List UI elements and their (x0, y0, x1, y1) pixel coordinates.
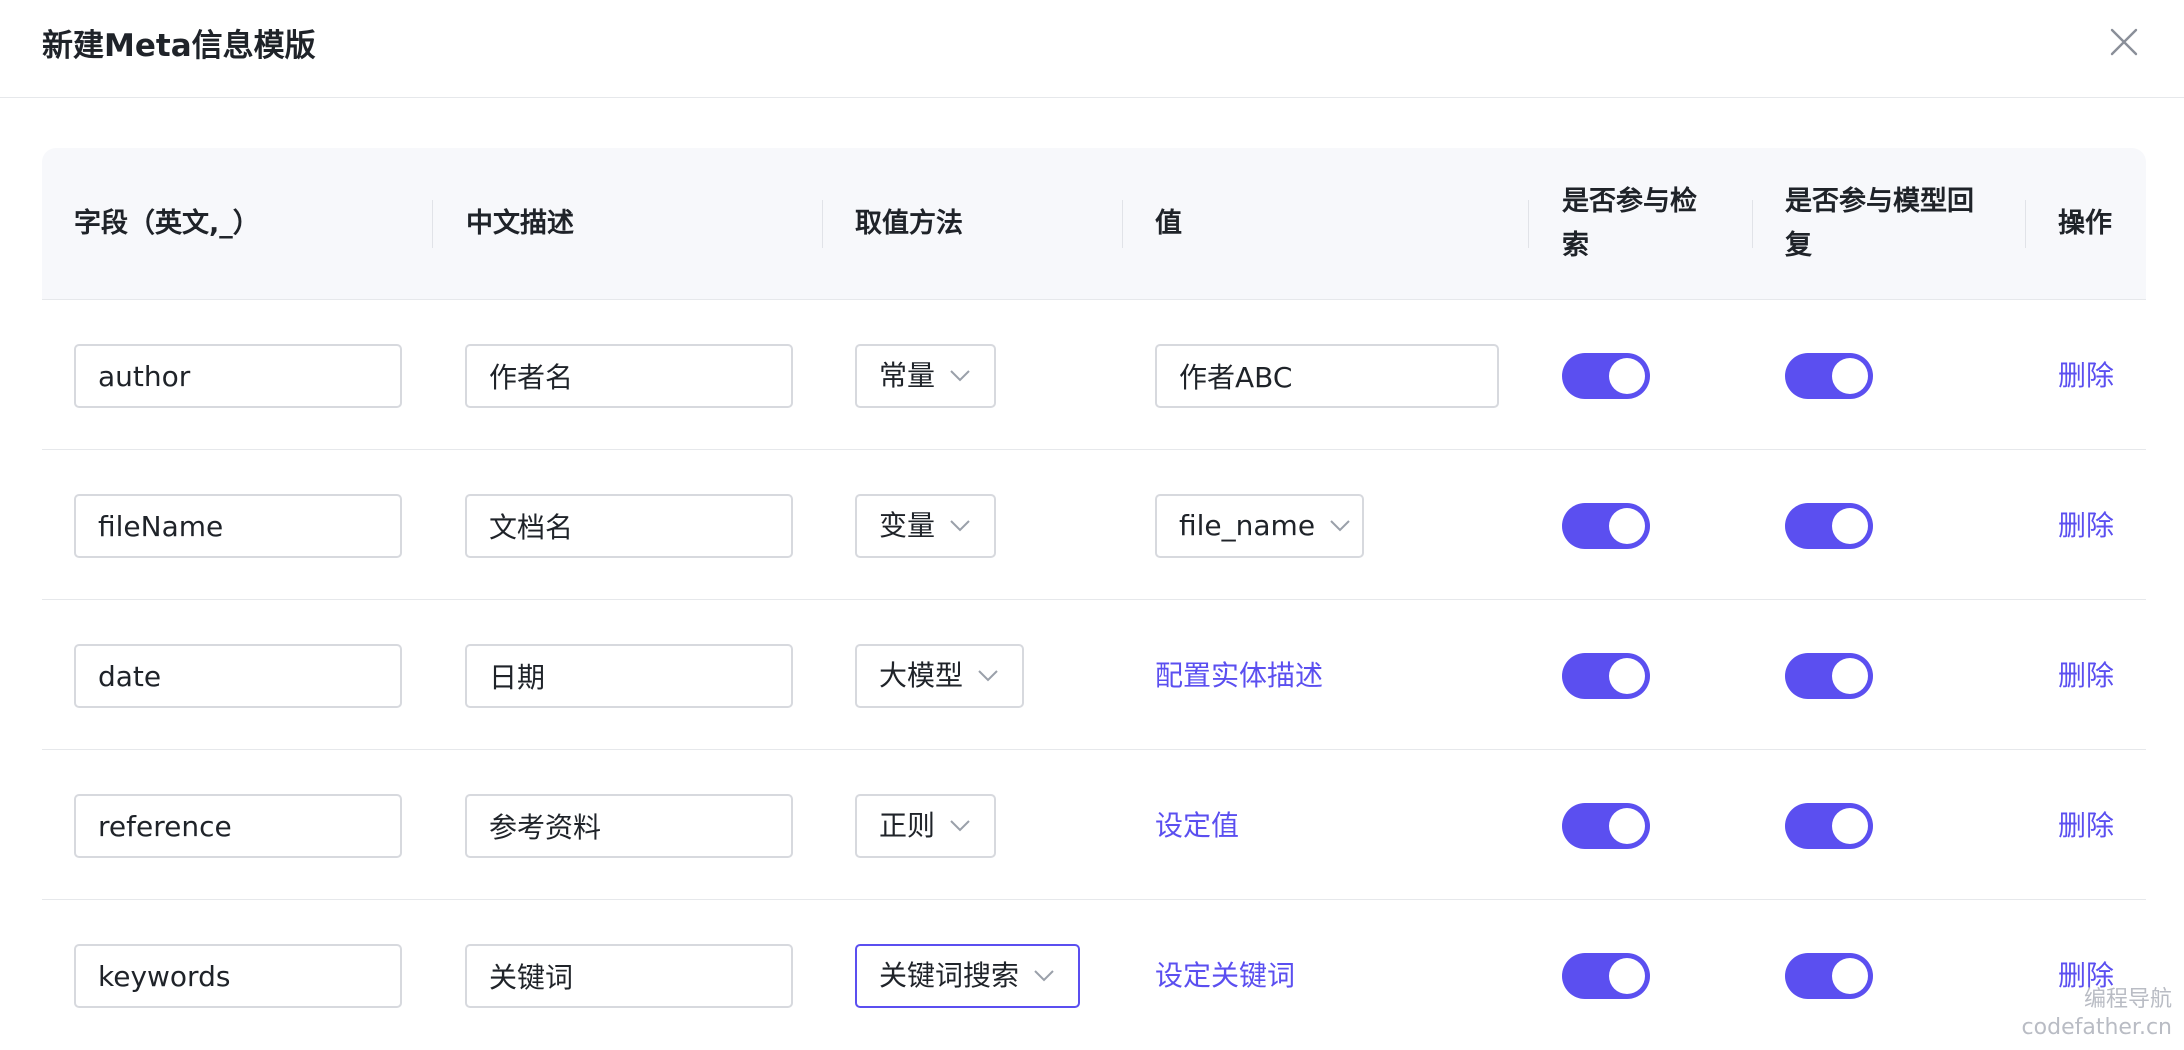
chevron-down-icon (1034, 970, 1054, 982)
value-select-value: file_name (1179, 509, 1316, 542)
desc-input[interactable] (465, 644, 793, 708)
desc-input[interactable] (465, 494, 793, 558)
header-divider (822, 200, 823, 248)
dialog-title: 新建Meta信息模版 (42, 28, 316, 64)
header-reply-line2: 复 (1785, 230, 1812, 261)
watermark-line2: codefather.cn (2021, 1015, 2172, 1040)
table-row: 常量 删除 (42, 300, 2146, 450)
chevron-down-icon (978, 670, 998, 682)
method-select-value: 正则 (879, 809, 936, 842)
header-divider (1122, 200, 1123, 248)
header-reply-line1: 是否参与模型回 (1785, 186, 1974, 217)
search-toggle[interactable] (1562, 353, 1650, 399)
toggle-knob (1832, 808, 1868, 844)
delete-button[interactable]: 删除 (2058, 494, 2114, 558)
method-select-value: 常量 (879, 359, 936, 392)
desc-input[interactable] (465, 344, 793, 408)
close-icon (2110, 28, 2138, 56)
search-toggle[interactable] (1562, 953, 1650, 999)
close-button[interactable] (2104, 22, 2144, 62)
header-method: 取值方法 (855, 208, 963, 239)
method-select[interactable]: 变量 (855, 494, 996, 558)
toggle-knob (1832, 358, 1868, 394)
header-divider (1752, 200, 1753, 248)
field-input[interactable] (74, 344, 402, 408)
header-field: 字段（英文,_） (74, 208, 260, 239)
delete-button[interactable]: 删除 (2058, 644, 2114, 708)
header-action: 操作 (2058, 208, 2112, 239)
table-row: 正则 设定值 删除 (42, 750, 2146, 900)
delete-button[interactable]: 删除 (2058, 794, 2114, 858)
chevron-down-icon (950, 370, 970, 382)
dialog-header: 新建Meta信息模版 (0, 0, 2184, 98)
chevron-down-icon (950, 520, 970, 532)
header-search-line2: 索 (1562, 230, 1589, 261)
reply-toggle[interactable] (1785, 503, 1873, 549)
toggle-knob (1609, 358, 1645, 394)
method-select-value: 变量 (879, 509, 936, 542)
header-divider (432, 200, 433, 248)
table-header: 字段（英文,_） 中文描述 取值方法 值 是否参与检 索 是否参与模型回 复 操… (42, 148, 2146, 300)
header-divider (1528, 200, 1529, 248)
delete-button[interactable]: 删除 (2058, 344, 2114, 408)
watermark: 编程导航 codefather.cn (2022, 986, 2172, 1042)
header-desc: 中文描述 (466, 208, 574, 239)
toggle-knob (1609, 508, 1645, 544)
reply-toggle[interactable] (1785, 953, 1873, 999)
method-select-value: 关键词搜索 (879, 959, 1020, 992)
chevron-down-icon (950, 820, 970, 832)
search-toggle[interactable] (1562, 653, 1650, 699)
field-input[interactable] (74, 944, 402, 1008)
method-select[interactable]: 正则 (855, 794, 996, 858)
method-select[interactable]: 常量 (855, 344, 996, 408)
toggle-knob (1832, 958, 1868, 994)
table-row: 关键词搜索 设定关键词 删除 (42, 900, 2146, 1050)
header-search-line1: 是否参与检 (1562, 186, 1697, 217)
table-row: 变量 file_name 删除 (42, 450, 2146, 600)
reply-toggle[interactable] (1785, 803, 1873, 849)
toggle-knob (1609, 808, 1645, 844)
value-select[interactable]: file_name (1155, 494, 1364, 558)
meta-fields-table: 字段（英文,_） 中文描述 取值方法 值 是否参与检 索 是否参与模型回 复 操… (42, 148, 2146, 1048)
header-divider (2025, 200, 2026, 248)
toggle-knob (1609, 958, 1645, 994)
toggle-knob (1832, 508, 1868, 544)
value-input[interactable] (1155, 344, 1499, 408)
desc-input[interactable] (465, 794, 793, 858)
header-reply: 是否参与模型回 复 (1785, 148, 1974, 300)
header-value: 值 (1155, 208, 1182, 239)
configure-entity-link[interactable]: 配置实体描述 (1155, 644, 1323, 708)
reply-toggle[interactable] (1785, 653, 1873, 699)
field-input[interactable] (74, 494, 402, 558)
method-select-value: 大模型 (879, 659, 964, 692)
search-toggle[interactable] (1562, 803, 1650, 849)
search-toggle[interactable] (1562, 503, 1650, 549)
chevron-down-icon (1330, 520, 1350, 532)
watermark-line1: 编程导航 (2083, 987, 2172, 1012)
reply-toggle[interactable] (1785, 353, 1873, 399)
toggle-knob (1609, 658, 1645, 694)
desc-input[interactable] (465, 944, 793, 1008)
field-input[interactable] (74, 794, 402, 858)
field-input[interactable] (74, 644, 402, 708)
method-select[interactable]: 大模型 (855, 644, 1024, 708)
toggle-knob (1832, 658, 1868, 694)
method-select[interactable]: 关键词搜索 (855, 944, 1080, 1008)
set-keywords-link[interactable]: 设定关键词 (1155, 944, 1295, 1008)
set-value-link[interactable]: 设定值 (1155, 794, 1239, 858)
header-search: 是否参与检 索 (1562, 148, 1697, 300)
table-row: 大模型 配置实体描述 删除 (42, 600, 2146, 750)
